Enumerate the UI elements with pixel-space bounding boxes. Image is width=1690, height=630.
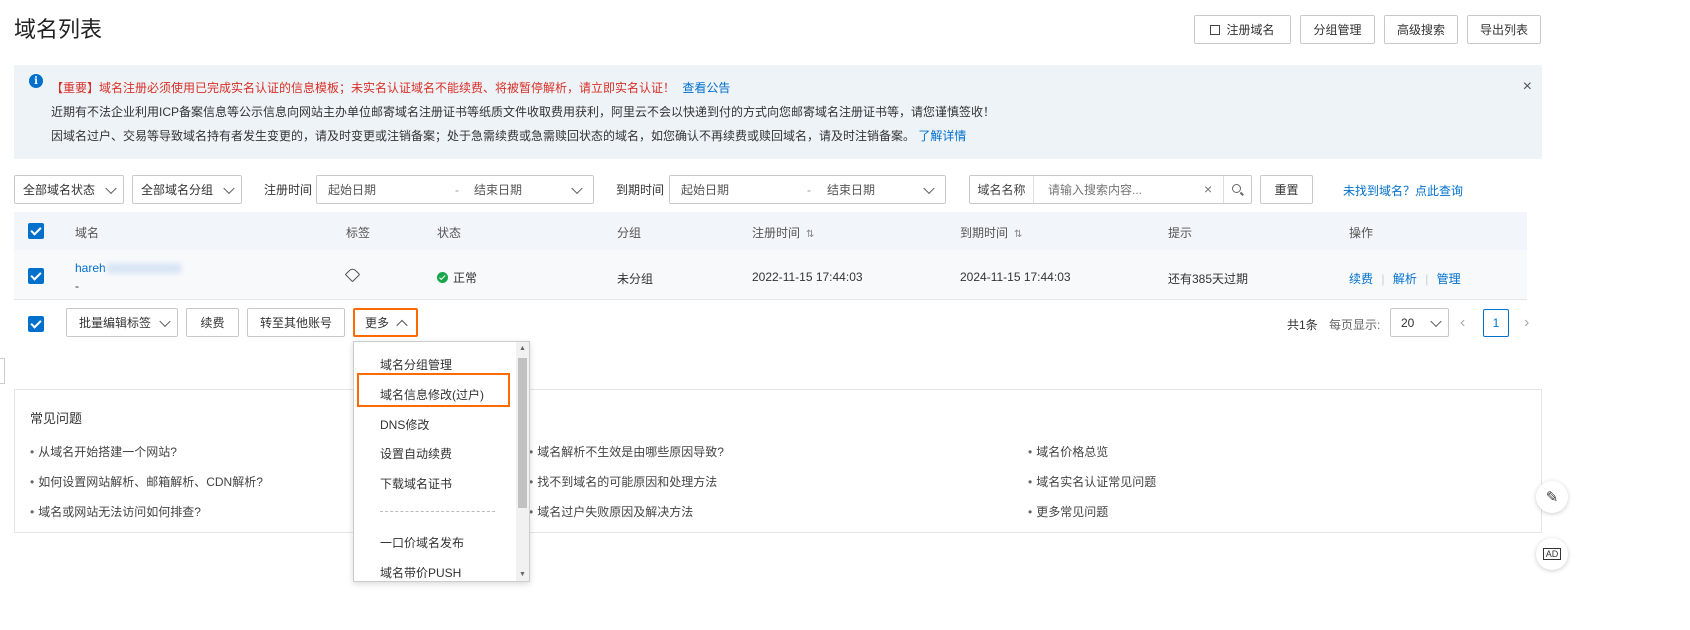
chevron-down-icon <box>159 315 171 327</box>
chevron-down-icon <box>923 182 935 194</box>
info-icon: i <box>29 74 43 88</box>
notice-important: 【重要】域名注册必须使用已完成实名认证的信息模板；未实名认证域名不能续费、将被暂… <box>51 81 676 95</box>
col-reg-time[interactable]: 注册时间 ⇅ <box>752 224 814 241</box>
tip-cell: 还有385天过期 <box>1168 272 1249 286</box>
exp-date-range[interactable]: 起始日期 - 结束日期 <box>669 175 946 204</box>
domain-name-link[interactable]: hareh <box>75 261 182 275</box>
menu-item[interactable]: DNS修改 <box>380 416 429 433</box>
menu-item[interactable]: 下载域名证书 <box>380 475 452 492</box>
reg-time-cell: 2022-11-15 17:44:03 <box>752 270 863 284</box>
faq-panel <box>14 389 1542 533</box>
left-edge-handle[interactable] <box>0 358 5 384</box>
next-page-icon[interactable]: › <box>1524 314 1529 332</box>
domain-status-select[interactable]: 全部域名状态 <box>14 175 124 204</box>
faq-link[interactable]: 域名价格总览 <box>1028 443 1108 460</box>
menu-item[interactable]: 域名带价PUSH <box>380 564 461 581</box>
chevron-up-icon <box>396 319 408 331</box>
view-announcement-link[interactable]: 查看公告 <box>682 81 730 95</box>
col-exp-time[interactable]: 到期时间 ⇅ <box>960 224 1022 241</box>
feedback-float-button[interactable]: ✎ <box>1536 481 1568 513</box>
faq-link[interactable]: 域名实名认证常见问题 <box>1028 473 1156 490</box>
notice-line-3: 因域名过户、交易等导致域名持有者发生变更的，请及时变更或注销备案；处于急需续费或… <box>51 129 916 143</box>
page-1-button[interactable]: 1 <box>1483 309 1509 337</box>
per-page-select[interactable]: 20 <box>1390 308 1449 337</box>
col-ops: 操作 <box>1349 226 1374 240</box>
exp-time-label: 到期时间 <box>616 183 665 197</box>
group-manage-button[interactable]: 分组管理 <box>1300 15 1375 44</box>
ops-cell: 续费 | 解析 | 管理 <box>1349 272 1461 286</box>
reset-button[interactable]: 重置 <box>1260 175 1313 204</box>
sort-icon[interactable]: ⇅ <box>806 229 814 240</box>
per-page-label: 每页显示: <box>1329 318 1381 332</box>
menu-item[interactable]: 域名分组管理 <box>380 356 452 373</box>
col-tag: 标签 <box>346 226 371 240</box>
external-link-icon <box>1210 24 1221 35</box>
faq-link[interactable]: 更多常见问题 <box>1028 503 1108 520</box>
exp-time-cell: 2024-11-15 17:44:03 <box>960 270 1071 284</box>
row-checkbox[interactable] <box>28 268 44 284</box>
learn-more-link[interactable]: 了解详情 <box>918 129 966 143</box>
col-domain: 域名 <box>75 226 100 240</box>
resolve-link[interactable]: 解析 <box>1393 272 1417 286</box>
col-group: 分组 <box>617 226 642 240</box>
domain-group-select[interactable]: 全部域名分组 <box>132 175 242 204</box>
search-input[interactable] <box>1034 176 1194 203</box>
bulk-renew-button[interactable]: 续费 <box>186 308 239 337</box>
menu-item[interactable]: 域名信息修改(过户) <box>380 386 484 403</box>
transfer-account-button[interactable]: 转至其他账号 <box>247 308 345 337</box>
not-found-query-link[interactable]: 未找到域名？点此查询 <box>1343 182 1463 199</box>
renew-link[interactable]: 续费 <box>1349 272 1373 286</box>
chevron-down-icon <box>1430 315 1442 327</box>
edit-icon: ✎ <box>1545 489 1559 506</box>
prev-page-icon[interactable]: ‹ <box>1460 314 1465 332</box>
faq-title: 常见问题 <box>30 411 83 426</box>
group-cell: 未分组 <box>617 272 654 286</box>
domain-sub-text: - <box>75 279 79 293</box>
status-cell: 正常 <box>437 269 477 286</box>
bulk-edit-tags-select[interactable]: 批量编辑标签 <box>66 308 178 337</box>
faq-link[interactable]: 如何设置网站解析、邮箱解析、CDN解析? <box>30 473 263 490</box>
menu-item[interactable]: 一口价域名发布 <box>380 534 464 551</box>
chevron-down-icon <box>571 182 583 194</box>
menu-divider <box>380 511 495 512</box>
faq-link[interactable]: 域名解析不生效是由哪些原因导致? <box>529 443 724 460</box>
menu-item[interactable]: 设置自动续费 <box>380 445 452 462</box>
faq-link[interactable]: 找不到域名的可能原因和处理方法 <box>529 473 717 490</box>
select-all-checkbox[interactable] <box>28 223 44 239</box>
ad-icon: AD <box>1542 548 1562 560</box>
page-title: 域名列表 <box>14 17 103 42</box>
blurred-domain <box>105 263 182 275</box>
search-field-label: 域名名称 <box>970 176 1034 203</box>
search-icon[interactable] <box>1223 176 1251 203</box>
chevron-down-icon <box>223 182 235 194</box>
faq-link[interactable]: 域名或网站无法访问如何排查? <box>30 503 201 520</box>
bulk-select-checkbox[interactable] <box>28 316 44 332</box>
ad-float-button[interactable]: AD <box>1536 538 1568 570</box>
notice-banner: i 【重要】域名注册必须使用已完成实名认证的信息模板；未实名认证域名不能续费、将… <box>14 65 1542 159</box>
search-box: 域名名称 × <box>969 175 1252 204</box>
col-status: 状态 <box>437 226 462 240</box>
register-domain-button[interactable]: 注册域名 <box>1194 15 1291 44</box>
advanced-search-button[interactable]: 高级搜索 <box>1384 15 1458 44</box>
manage-link[interactable]: 管理 <box>1437 272 1461 286</box>
faq-link[interactable]: 从域名开始搭建一个网站? <box>30 443 177 460</box>
notice-line-2: 近期有不法企业利用ICP备案信息等公示信息向网站主办单位邮寄域名注册证书等纸质文… <box>51 105 996 119</box>
reg-time-label: 注册时间 <box>264 183 313 197</box>
close-icon[interactable]: × <box>1523 78 1532 96</box>
clear-icon[interactable]: × <box>1204 181 1212 197</box>
more-actions-button[interactable]: 更多 <box>353 308 418 337</box>
chevron-down-icon <box>105 182 117 194</box>
sort-icon[interactable]: ⇅ <box>1014 229 1022 240</box>
check-circle-icon <box>437 272 448 283</box>
col-tip: 提示 <box>1168 226 1193 240</box>
scrollbar[interactable]: ▲ ▼ <box>516 342 529 581</box>
faq-link[interactable]: 域名过户失败原因及解决方法 <box>529 503 693 520</box>
reg-date-range[interactable]: 起始日期 - 结束日期 <box>316 175 594 204</box>
total-count: 共1条 <box>1287 318 1318 332</box>
export-list-button[interactable]: 导出列表 <box>1467 15 1541 44</box>
